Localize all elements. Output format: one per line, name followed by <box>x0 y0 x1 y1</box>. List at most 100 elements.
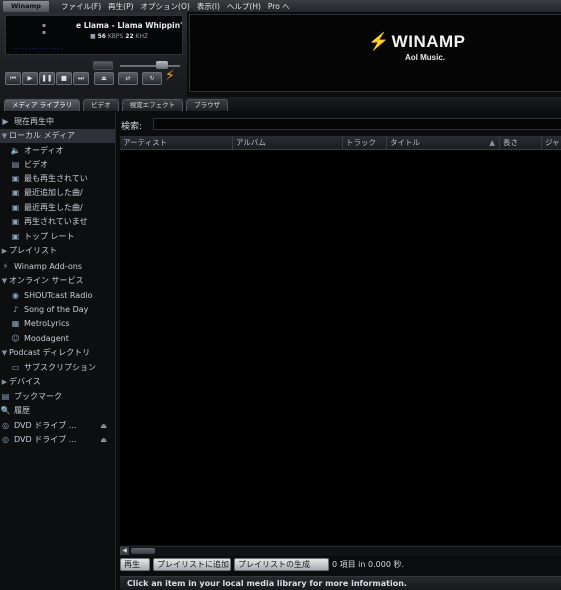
horizontal-scrollbar[interactable]: ◀ <box>120 546 561 556</box>
menu-file[interactable]: ファイル(F) <box>61 1 101 12</box>
scroll-left-icon[interactable]: ◀ <box>120 547 129 555</box>
sidebar-item-audio[interactable]: 🔈 オーディオ <box>10 144 115 158</box>
volume-slider[interactable] <box>120 65 180 67</box>
sidebar-item-addons[interactable]: ⚡ Winamp Add-ons <box>0 260 115 274</box>
collapse-icon[interactable]: ▼ <box>0 346 9 360</box>
column-genre[interactable]: ジャ <box>542 136 561 149</box>
sidebar-item-label: 最も再生されてい <box>24 174 88 183</box>
eject-icon[interactable]: ⏏ <box>100 433 107 447</box>
sidebar-item-history[interactable]: 🔍 履歴 <box>0 404 115 418</box>
aol-banner[interactable]: ⚡ WINAMP Aol Music. <box>189 14 561 92</box>
sidebar-item-subscriptions[interactable]: ▭ サブスクリプション <box>10 361 115 375</box>
track-list[interactable] <box>120 150 561 545</box>
sidebar-item-moodagent[interactable]: ☺ Moodagent <box>10 332 115 346</box>
sidebar-item-song-of-the-day[interactable]: ♪ Song of the Day <box>10 303 115 317</box>
sidebar-item-top-rated[interactable]: ▣ トップ レート <box>10 230 115 244</box>
column-artist[interactable]: アーティスト <box>120 136 233 149</box>
kbps-unit: KBPS <box>107 33 124 40</box>
winamp-bolt-icon: ⚡ <box>368 32 390 51</box>
sidebar-item-label: MetroLyrics <box>24 319 70 328</box>
collapse-icon[interactable]: ▼ <box>0 129 9 143</box>
sidebar-item-never-played[interactable]: ▣ 再生されていませ <box>10 215 115 229</box>
status-bar: Click an item in your local media librar… <box>120 576 561 590</box>
column-track[interactable]: トラック <box>343 136 387 149</box>
smart-view-icon: ▣ <box>11 188 20 197</box>
smart-view-icon: ▣ <box>11 217 20 226</box>
play-circle-icon: ▶ <box>2 117 9 126</box>
sidebar-item-label: オーディオ <box>24 146 64 155</box>
collapse-icon[interactable]: ▼ <box>0 274 9 288</box>
next-icon[interactable]: ⏭ <box>73 72 89 85</box>
generate-playlist-button[interactable]: プレイリストの生成 <box>234 558 329 571</box>
balance-button[interactable] <box>93 61 113 70</box>
tab-visualization[interactable]: 視覚エフェクト <box>121 99 184 111</box>
song-display: ▪▪ e Llama - Llama Whippin' Int ■ 56 KBP… <box>5 15 183 55</box>
sidebar-item-label: オンライン サービス <box>9 276 84 285</box>
disc-icon: ◎ <box>2 435 9 444</box>
menu-options[interactable]: オプション(O) <box>141 1 190 12</box>
pause-icon[interactable]: ❚❚ <box>39 72 55 85</box>
sidebar-item-dvd-drive-1[interactable]: ◎ DVD ドライブ ... ⏏ <box>0 419 115 433</box>
sidebar-item-local-media[interactable]: ▼ ローカル メディア <box>0 129 115 143</box>
sidebar-item-shoutcast[interactable]: ◉ SHOUTcast Radio <box>10 289 115 303</box>
sidebar-item-most-played[interactable]: ▣ 最も再生されてい <box>10 172 115 186</box>
sidebar-item-metrolyrics[interactable]: ▦ MetroLyrics <box>10 317 115 331</box>
menu-view[interactable]: 表示(I) <box>197 1 220 12</box>
lightning-bolt-icon[interactable]: ⚡ <box>165 68 175 84</box>
sidebar-item-label: ローカル メディア <box>9 131 75 140</box>
metrolyrics-icon: ▦ <box>11 319 20 328</box>
menu-help[interactable]: ヘルプ(H) <box>227 1 261 12</box>
previous-icon[interactable]: ⏮ <box>5 72 21 85</box>
search-input[interactable] <box>153 118 561 130</box>
eject-icon[interactable]: ⏏ <box>100 419 107 433</box>
eject-icon[interactable]: ⏏ <box>94 72 114 85</box>
sidebar-item-video[interactable]: ▤ ビデオ <box>10 158 115 172</box>
sidebar-item-recently-played[interactable]: ▣ 最近再生した曲/ <box>10 201 115 215</box>
sidebar-item-label: Podcast ディレクトリ <box>9 348 91 357</box>
repeat-icon[interactable]: ↻ <box>142 72 162 85</box>
stereo-icon: ■ <box>90 33 96 40</box>
sidebar-item-podcast[interactable]: ▼ Podcast ディレクトリ <box>0 346 115 360</box>
scroll-thumb[interactable] <box>131 548 155 554</box>
sidebar-item-recently-added[interactable]: ▣ 最近追加した曲/ <box>10 186 115 200</box>
history-icon: 🔍 <box>0 406 11 415</box>
shuffle-icon[interactable]: ⇄ <box>118 72 138 85</box>
bookmark-icon: ▤ <box>1 392 10 401</box>
sidebar-item-playlists[interactable]: ▶ プレイリスト <box>0 244 115 258</box>
sidebar-item-online-services[interactable]: ▼ オンライン サービス <box>0 274 115 288</box>
search-row: 検索: <box>117 117 561 132</box>
menu-pro[interactable]: Pro へ <box>268 1 290 12</box>
sidebar-item-label: デバイス <box>9 377 41 386</box>
sidebar-item-label: 現在再生中 <box>14 117 54 126</box>
expand-icon[interactable]: ▶ <box>0 244 9 258</box>
sidebar-item-bookmarks[interactable]: ▤ ブックマーク <box>0 390 115 404</box>
winamp-logo-text: WINAMP <box>391 32 466 51</box>
khz-unit: KHZ <box>135 33 149 40</box>
add-to-playlist-button[interactable]: プレイリストに追加 <box>153 558 231 571</box>
tab-browser[interactable]: ブラウザ <box>186 99 229 111</box>
player-panel: ▪▪ e Llama - Llama Whippin' Int ■ 56 KBP… <box>0 12 187 98</box>
sidebar-item-dvd-drive-2[interactable]: ◎ DVD ドライブ ... ⏏ <box>0 433 115 447</box>
smart-view-icon: ▣ <box>11 203 20 212</box>
column-length[interactable]: 長さ <box>500 136 542 149</box>
sidebar-item-label: Winamp Add-ons <box>14 262 82 271</box>
tab-video[interactable]: ビデオ <box>83 99 119 111</box>
sidebar-item-devices[interactable]: ▶ デバイス <box>0 375 115 389</box>
column-title-label: タイトル <box>390 138 420 147</box>
sidebar-item-label: SHOUTcast Radio <box>24 291 93 300</box>
stop-icon[interactable]: ■ <box>56 72 72 85</box>
column-album[interactable]: アルバム <box>233 136 343 149</box>
expand-icon[interactable]: ▶ <box>0 375 9 389</box>
winamp-menu-logo[interactable]: Winamp <box>3 0 49 12</box>
sidebar-item-now-playing[interactable]: ▶ 現在再生中 <box>0 115 115 129</box>
smart-view-icon: ▣ <box>11 174 20 183</box>
sidebar-item-label: DVD ドライブ ... <box>14 435 77 444</box>
sidebar-item-label: DVD ドライブ ... <box>14 421 77 430</box>
tab-media-library[interactable]: メディア ライブラリ <box>4 99 81 111</box>
play-button[interactable]: 再生 <box>120 558 150 571</box>
play-icon[interactable]: ▶ <box>22 72 38 85</box>
aol-music-text: Aol Music. <box>405 53 446 62</box>
menu-play[interactable]: 再生(P) <box>108 1 133 12</box>
column-title[interactable]: タイトル ▲ <box>387 136 500 149</box>
table-header: アーティスト アルバム トラック タイトル ▲ 長さ ジャ <box>120 136 561 150</box>
